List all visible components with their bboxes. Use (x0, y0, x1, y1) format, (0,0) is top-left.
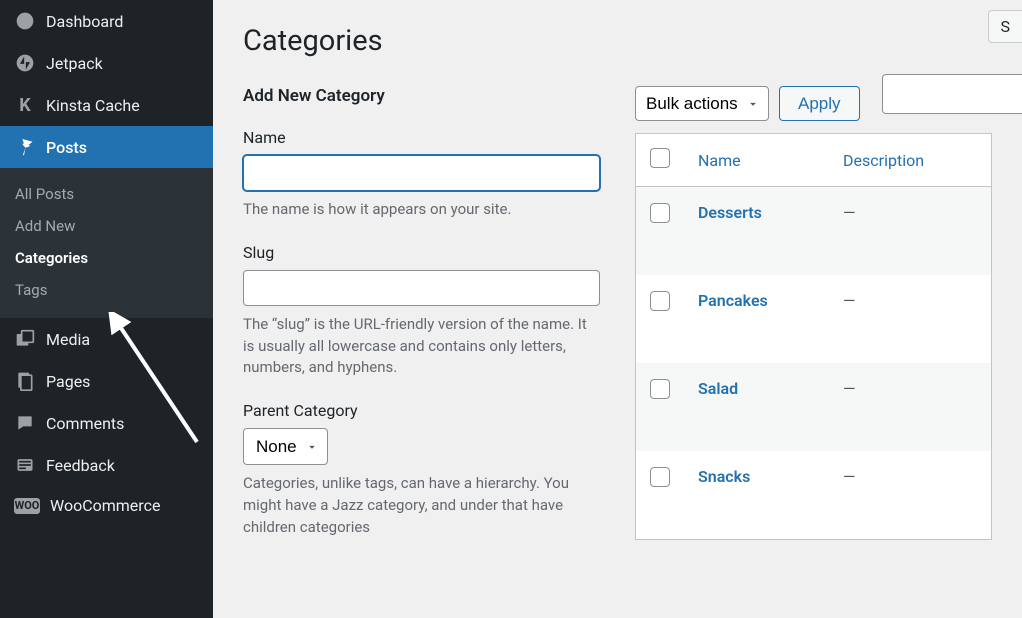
sidebar-item-dashboard[interactable]: Dashboard (0, 0, 213, 42)
submenu-all-posts[interactable]: All Posts (0, 178, 213, 210)
parent-help: Categories, unlike tags, can have a hier… (243, 473, 600, 538)
table-row: Pancakes — (636, 275, 992, 363)
sidebar-item-woocommerce[interactable]: WOO WooCommerce (0, 486, 213, 525)
media-icon (14, 328, 36, 350)
column-header-description[interactable]: Description (829, 134, 991, 187)
sidebar-item-label: Comments (46, 414, 124, 433)
name-label: Name (243, 128, 600, 147)
row-checkbox[interactable] (650, 379, 670, 399)
bulk-actions-select[interactable]: Bulk actions (635, 86, 769, 121)
category-description: — (829, 187, 991, 276)
sidebar-item-posts[interactable]: Posts (0, 126, 213, 168)
search-button-partial[interactable]: S (988, 10, 1022, 43)
table-row: Snacks — (636, 451, 992, 540)
sidebar-item-label: Dashboard (46, 12, 123, 31)
apply-button[interactable]: Apply (779, 86, 860, 121)
sidebar-item-label: Posts (46, 138, 87, 157)
dashboard-icon (14, 10, 36, 32)
category-name-input[interactable] (243, 155, 600, 191)
category-link[interactable]: Desserts (698, 203, 762, 222)
category-list-panel: Bulk actions Apply Name Description Dess… (635, 86, 992, 560)
sidebar-item-comments[interactable]: Comments (0, 402, 213, 444)
column-header-name[interactable]: Name (684, 134, 829, 187)
sidebar-item-label: Media (46, 330, 90, 349)
row-checkbox[interactable] (650, 467, 670, 487)
table-row: Salad — (636, 363, 992, 451)
parent-label: Parent Category (243, 401, 600, 420)
sidebar-item-label: Jetpack (46, 54, 103, 73)
category-slug-input[interactable] (243, 270, 600, 306)
sidebar-item-label: Pages (46, 372, 90, 391)
category-description: — (829, 363, 991, 451)
search-input[interactable] (882, 74, 1022, 114)
feedback-icon (14, 454, 36, 476)
sidebar-item-label: WooCommerce (50, 496, 160, 515)
row-checkbox[interactable] (650, 203, 670, 223)
category-link[interactable]: Snacks (698, 467, 750, 486)
admin-sidebar: Dashboard Jetpack K Kinsta Cache Posts A… (0, 0, 213, 618)
category-link[interactable]: Salad (698, 379, 738, 398)
comments-icon (14, 412, 36, 434)
pin-icon (14, 136, 36, 158)
slug-label: Slug (243, 243, 600, 262)
category-description: — (829, 451, 991, 540)
form-heading: Add New Category (243, 86, 600, 106)
category-link[interactable]: Pancakes (698, 291, 768, 310)
slug-help: The “slug” is the URL-friendly version o… (243, 314, 600, 379)
sidebar-item-kinsta[interactable]: K Kinsta Cache (0, 84, 213, 126)
parent-category-select[interactable]: None (243, 428, 328, 465)
table-row: Desserts — (636, 187, 992, 276)
jetpack-icon (14, 52, 36, 74)
sidebar-item-pages[interactable]: Pages (0, 360, 213, 402)
select-all-checkbox[interactable] (650, 148, 670, 168)
submenu-tags[interactable]: Tags (0, 274, 213, 306)
kinsta-icon: K (14, 94, 36, 116)
add-category-form: Add New Category Name The name is how it… (243, 86, 600, 560)
submenu-categories[interactable]: Categories (0, 242, 213, 274)
page-title: Categories (243, 24, 992, 58)
sidebar-item-label: Feedback (46, 456, 115, 475)
pages-icon (14, 370, 36, 392)
row-checkbox[interactable] (650, 291, 670, 311)
posts-submenu: All Posts Add New Categories Tags (0, 168, 213, 318)
sidebar-item-label: Kinsta Cache (46, 96, 140, 115)
name-help: The name is how it appears on your site. (243, 199, 600, 221)
sidebar-item-media[interactable]: Media (0, 318, 213, 360)
category-description: — (829, 275, 991, 363)
content-area: S Categories Add New Category Name The n… (213, 0, 1022, 618)
sidebar-item-jetpack[interactable]: Jetpack (0, 42, 213, 84)
sidebar-item-feedback[interactable]: Feedback (0, 444, 213, 486)
categories-table: Name Description Desserts — Pancakes — (635, 133, 992, 540)
woocommerce-icon: WOO (14, 498, 40, 514)
submenu-add-new[interactable]: Add New (0, 210, 213, 242)
